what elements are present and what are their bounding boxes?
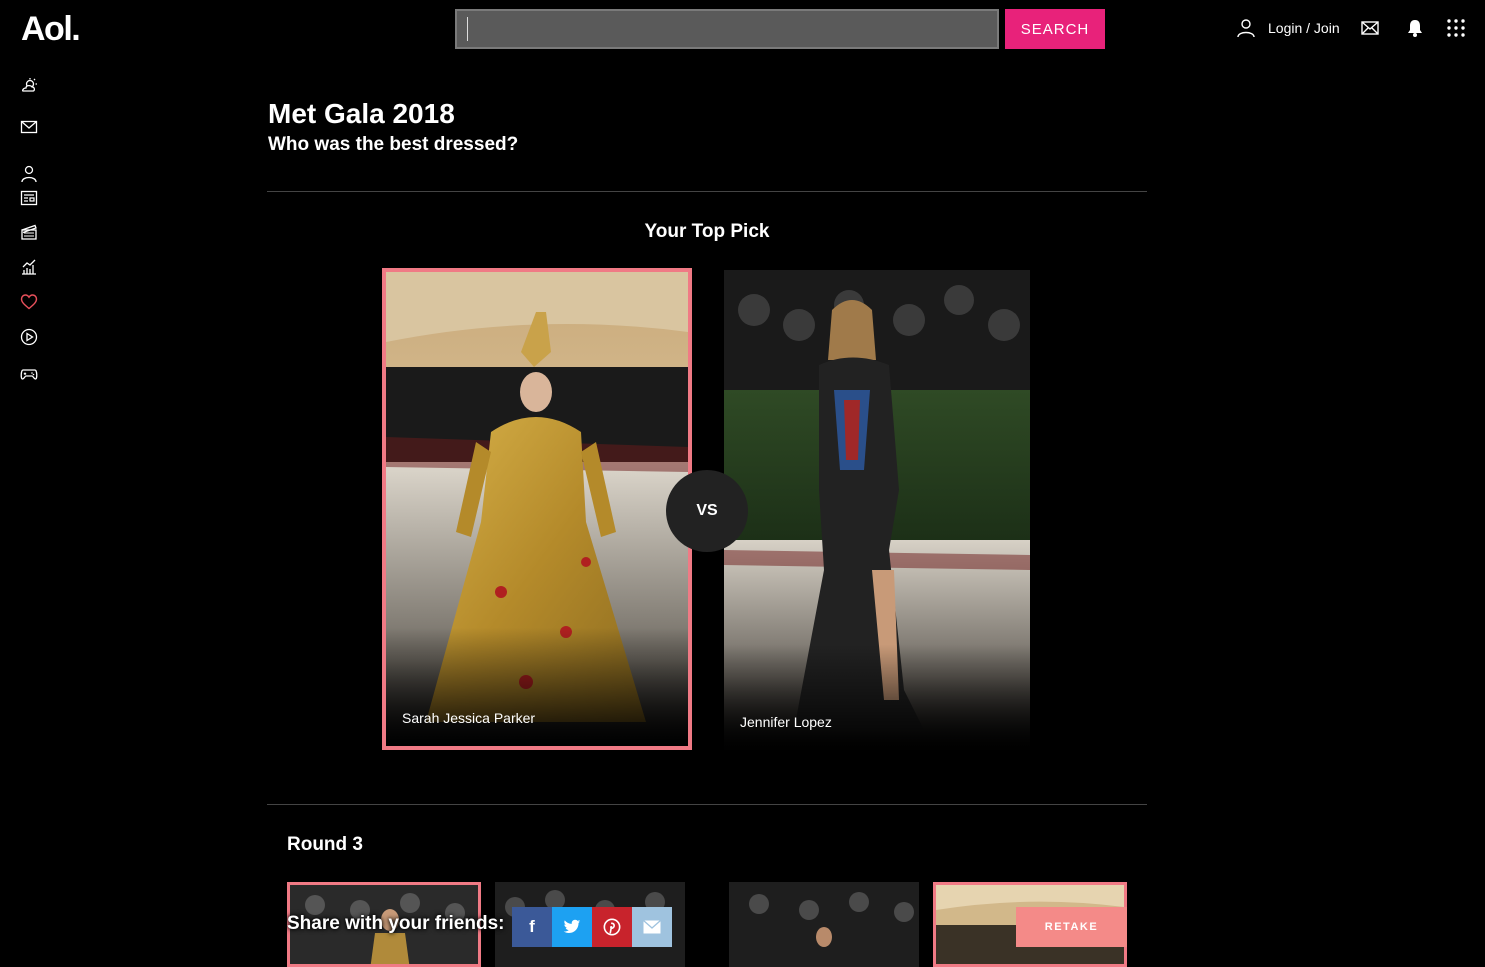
section-title: Your Top Pick — [644, 221, 770, 242]
pick-photo-right — [724, 270, 1030, 750]
finance-icon[interactable] — [20, 258, 38, 276]
pick-card-left[interactable]: Sarah Jessica Parker — [382, 268, 692, 750]
round-thumb-photo — [729, 882, 919, 967]
games-icon[interactable] — [20, 365, 38, 383]
round-label: Round 3 — [287, 834, 363, 855]
search-button[interactable]: SEARCH — [1005, 9, 1105, 49]
divider — [267, 191, 1147, 192]
user-icon — [1237, 19, 1255, 38]
email-share-button[interactable] — [632, 907, 672, 947]
login-label: Login / Join — [1268, 20, 1340, 36]
pick-photo-left — [386, 272, 688, 746]
vs-badge: VS — [666, 470, 748, 552]
pick-label-left: Sarah Jessica Parker — [402, 710, 536, 726]
entertainment-icon[interactable] — [20, 223, 38, 241]
search-caret — [467, 17, 468, 41]
twitter-share-button[interactable] — [552, 907, 592, 947]
pinterest-icon — [603, 918, 621, 936]
facebook-share-button[interactable]: f — [512, 907, 552, 947]
twitter-icon — [563, 919, 581, 933]
share-label: Share with your friends: — [287, 913, 505, 934]
mail-icon[interactable] — [20, 118, 38, 136]
divider — [267, 804, 1147, 805]
pinterest-share-button[interactable] — [592, 907, 632, 947]
video-icon[interactable] — [20, 328, 38, 346]
retake-button[interactable]: RETAKE — [1016, 907, 1127, 947]
facebook-icon: f — [529, 917, 535, 936]
login-link[interactable]: Login / Join — [1236, 18, 1340, 38]
news-icon[interactable] — [20, 189, 38, 207]
round-thumb[interactable] — [729, 882, 919, 967]
lifestyle-icon[interactable] — [20, 293, 38, 311]
aol-logo[interactable]: Aol. — [21, 10, 81, 49]
bell-icon[interactable] — [1405, 18, 1425, 38]
search-input[interactable] — [455, 9, 999, 49]
page-subtitle: Who was the best dressed? — [268, 134, 519, 155]
apps-grid-icon[interactable] — [1446, 18, 1466, 38]
pick-card-right[interactable]: Jennifer Lopez — [724, 270, 1030, 750]
pick-label-right: Jennifer Lopez — [740, 714, 832, 730]
email-icon — [643, 920, 661, 934]
page-title: Met Gala 2018 — [268, 98, 455, 129]
weather-icon[interactable] — [20, 77, 38, 95]
mail-icon[interactable] — [1360, 18, 1380, 38]
user-icon[interactable] — [20, 165, 38, 183]
